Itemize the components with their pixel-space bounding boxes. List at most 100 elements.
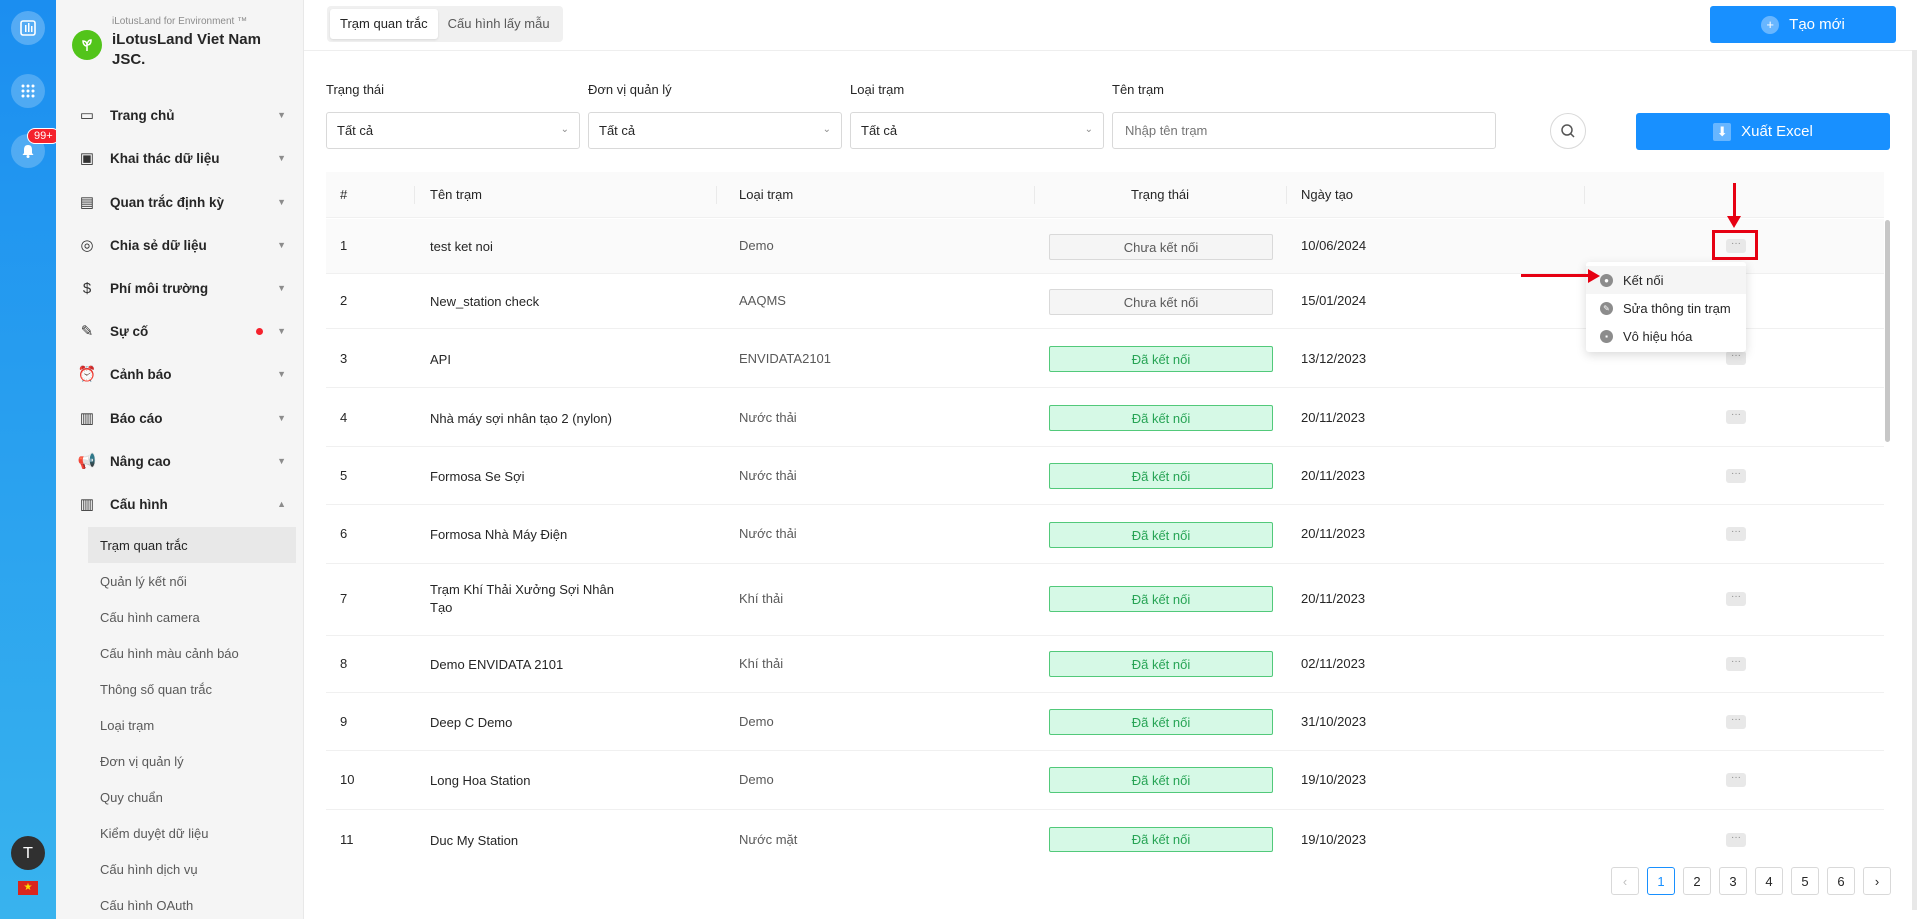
- row-station-name[interactable]: New_station check: [430, 293, 620, 311]
- more-actions-icon[interactable]: ···: [1726, 351, 1746, 365]
- table-row[interactable]: 4 Nhà máy sợi nhân tạo 2 (nylon) Nước th…: [326, 388, 1884, 447]
- page-button[interactable]: 4: [1755, 867, 1783, 895]
- row-station-name[interactable]: Demo ENVIDATA 2101: [430, 656, 620, 674]
- table-scrollbar[interactable]: [1885, 220, 1890, 442]
- more-actions-icon[interactable]: ···: [1726, 773, 1746, 787]
- submenu-parameters[interactable]: Thông số quan trắc: [88, 671, 296, 707]
- annotation-arrow-right-head: [1588, 269, 1600, 283]
- share-focus-icon: ◎: [80, 237, 94, 254]
- menu-item-periodic-monitoring[interactable]: ▤ Quan trắc định kỳ ▼: [76, 188, 286, 216]
- status-badge: Đã kết nối: [1049, 651, 1273, 677]
- search-button[interactable]: [1550, 113, 1586, 149]
- organization-tagline: iLotusLand for Environment ™: [112, 16, 248, 27]
- more-actions-icon[interactable]: ···: [1726, 592, 1746, 606]
- apps-grid-icon[interactable]: [11, 74, 45, 108]
- table-row[interactable]: 8 Demo ENVIDATA 2101 Khí thải Đã kết nối…: [326, 636, 1884, 693]
- table-row[interactable]: 11 Duc My Station Nước mặt Đã kết nối 19…: [326, 810, 1884, 852]
- submenu-warning-color[interactable]: Cấu hình màu cảnh báo: [88, 635, 296, 671]
- row-index: 5: [340, 468, 348, 483]
- submenu-standard[interactable]: Quy chuẩn: [88, 779, 296, 815]
- menu-item-data-sharing[interactable]: ◎ Chia sẻ dữ liệu ▼: [76, 231, 286, 259]
- column-status: Trạng thái: [1131, 187, 1190, 202]
- submenu-station[interactable]: Trạm quan trắc: [88, 527, 296, 563]
- header-divider: [304, 50, 1917, 51]
- menu-item-connect[interactable]: ● Kết nối: [1586, 266, 1746, 294]
- menu-item-configuration[interactable]: ▥ Cấu hình ▲: [76, 490, 286, 518]
- submenu-management-unit[interactable]: Đơn vị quản lý: [88, 743, 296, 779]
- tab-sampling-config[interactable]: Cấu hình lấy mẫu: [438, 9, 560, 39]
- chevron-down-icon: ▼: [277, 110, 286, 120]
- more-actions-icon[interactable]: ···: [1726, 715, 1746, 729]
- page-button[interactable]: 6: [1827, 867, 1855, 895]
- language-flag-icon[interactable]: ★: [18, 881, 38, 895]
- table-row[interactable]: 7 Trạm Khí Thải Xưởng Sợi Nhân Tạo Khí t…: [326, 564, 1884, 636]
- submenu-connection[interactable]: Quản lý kết nối: [88, 563, 296, 599]
- row-index: 9: [340, 714, 348, 729]
- row-index: 2: [340, 293, 348, 308]
- row-station-name[interactable]: Formosa Se Sợi: [430, 468, 620, 486]
- unit-select[interactable]: Tất cả ⌄: [588, 112, 842, 149]
- page-button[interactable]: 1: [1647, 867, 1675, 895]
- chevron-down-icon: ⌄: [560, 124, 569, 135]
- more-actions-icon[interactable]: ···: [1726, 410, 1746, 424]
- export-excel-button[interactable]: ⬇ Xuất Excel: [1636, 113, 1890, 150]
- chevron-down-icon: ⌄: [822, 124, 831, 135]
- submenu-data-approval[interactable]: Kiểm duyệt dữ liệu: [88, 815, 296, 851]
- menu-item-data-mining[interactable]: ▣ Khai thác dữ liệu ▼: [76, 144, 286, 172]
- table-row[interactable]: 5 Formosa Se Sợi Nước thải Đã kết nối 20…: [326, 447, 1884, 505]
- row-station-name[interactable]: Deep C Demo: [430, 714, 620, 732]
- row-created-date: 15/01/2024: [1301, 293, 1367, 308]
- user-avatar[interactable]: T: [11, 836, 45, 870]
- page-scrollbar[interactable]: [1912, 50, 1917, 910]
- menu-item-advanced[interactable]: 📢 Nâng cao ▼: [76, 447, 286, 475]
- submenu-oauth[interactable]: Cấu hình OAuth: [88, 887, 296, 919]
- submenu-station-type[interactable]: Loại trạm: [88, 707, 296, 743]
- menu-item-disable[interactable]: ▪ Vô hiệu hóa: [1586, 322, 1746, 350]
- row-station-name[interactable]: API: [430, 351, 620, 369]
- menu-label: Quan trắc định kỳ: [110, 194, 225, 210]
- more-actions-icon[interactable]: ···: [1726, 469, 1746, 483]
- chevron-down-icon: ▼: [277, 153, 286, 163]
- row-station-name[interactable]: test ket noi: [430, 238, 620, 256]
- status-select[interactable]: Tất cả ⌄: [326, 112, 580, 149]
- app-logo-icon[interactable]: [11, 11, 45, 45]
- prev-page-button[interactable]: ‹: [1611, 867, 1639, 895]
- type-select[interactable]: Tất cả ⌄: [850, 112, 1104, 149]
- document-icon: ▤: [79, 194, 95, 211]
- menu-item-home[interactable]: ▭ Trang chủ ▼: [76, 101, 286, 129]
- table-row[interactable]: 6 Formosa Nhà Máy Điện Nước thải Đã kết …: [326, 505, 1884, 564]
- config-icon: ▥: [79, 496, 95, 513]
- tab-station[interactable]: Trạm quan trắc: [330, 9, 438, 39]
- menu-item-warning[interactable]: ⏰ Cảnh báo ▼: [76, 360, 286, 388]
- table-row[interactable]: 10 Long Hoa Station Demo Đã kết nối 19/1…: [326, 751, 1884, 810]
- organization-logo-icon: [72, 30, 102, 60]
- more-actions-icon[interactable]: ···: [1726, 657, 1746, 671]
- row-index: 4: [340, 410, 348, 425]
- row-station-name[interactable]: Nhà máy sợi nhân tạo 2 (nylon): [430, 410, 690, 428]
- notification-badge: 99+: [27, 128, 60, 144]
- row-station-name[interactable]: Formosa Nhà Máy Điện: [430, 526, 620, 544]
- menu-item-edit-station[interactable]: ✎ Sửa thông tin trạm: [1586, 294, 1746, 322]
- page-button[interactable]: 2: [1683, 867, 1711, 895]
- page-button[interactable]: 3: [1719, 867, 1747, 895]
- plus-icon: +: [1761, 15, 1780, 34]
- next-page-button[interactable]: ›: [1863, 867, 1891, 895]
- page-button[interactable]: 5: [1791, 867, 1819, 895]
- report-icon: ▥: [79, 410, 95, 427]
- row-station-name[interactable]: Long Hoa Station: [430, 772, 620, 790]
- menu-item-report[interactable]: ▥ Báo cáo ▼: [76, 404, 286, 432]
- filter-unit-label: Đơn vị quản lý: [588, 82, 672, 97]
- row-station-name[interactable]: Trạm Khí Thải Xưởng Sợi Nhân Tạo: [430, 581, 620, 617]
- row-station-name[interactable]: Duc My Station: [430, 832, 620, 850]
- status-badge: Đã kết nối: [1049, 463, 1273, 489]
- station-name-input[interactable]: [1112, 112, 1496, 149]
- more-actions-icon[interactable]: ···: [1726, 833, 1746, 847]
- submenu-camera[interactable]: Cấu hình camera: [88, 599, 296, 635]
- row-index: 10: [340, 772, 355, 787]
- create-new-button[interactable]: + Tạo mới: [1710, 6, 1896, 43]
- more-actions-icon[interactable]: ···: [1726, 527, 1746, 541]
- menu-item-environment-fee[interactable]: $ Phí môi trường ▼: [76, 274, 286, 302]
- menu-item-incident[interactable]: ✎ Sự cố ▼: [76, 317, 286, 345]
- submenu-service[interactable]: Cấu hình dịch vụ: [88, 851, 296, 887]
- table-row[interactable]: 9 Deep C Demo Demo Đã kết nối 31/10/2023…: [326, 693, 1884, 751]
